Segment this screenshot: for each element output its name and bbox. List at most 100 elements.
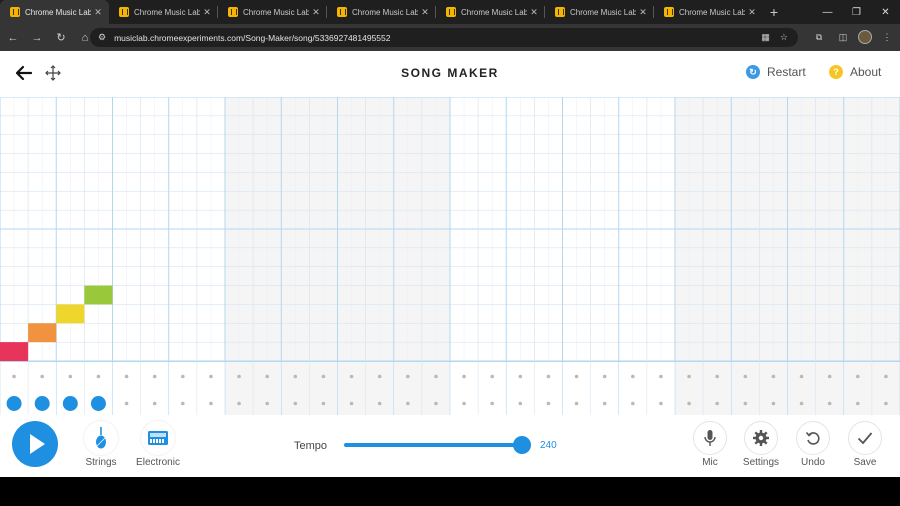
percussion-dot[interactable]	[462, 374, 466, 379]
percussion-dot[interactable]	[181, 401, 185, 406]
percussion-dot[interactable]	[377, 374, 382, 379]
percussion-dot[interactable]	[743, 374, 748, 379]
undo-button[interactable]: Undo	[787, 421, 839, 468]
percussion-dot[interactable]	[518, 401, 523, 406]
melody-note[interactable]	[28, 323, 57, 343]
percussion-dot[interactable]	[546, 374, 551, 379]
percussion-hit[interactable]	[62, 396, 78, 411]
percussion-dot[interactable]	[321, 374, 326, 379]
percussion-grid[interactable]	[0, 361, 900, 415]
close-icon[interactable]: ✕	[418, 7, 432, 18]
about-button[interactable]: ? About	[829, 65, 881, 79]
percussion-dot[interactable]	[40, 374, 44, 379]
reload-icon[interactable]: ↻	[50, 27, 72, 49]
close-icon[interactable]: ✕	[200, 7, 214, 18]
restore-icon[interactable]: ❐	[842, 0, 871, 24]
percussion-dot[interactable]	[406, 401, 410, 406]
percussion-dot[interactable]	[237, 401, 241, 406]
percussion-dot[interactable]	[659, 374, 663, 379]
browser-menu-icon[interactable]: ⋮	[878, 28, 896, 46]
play-button[interactable]	[12, 421, 58, 467]
browser-tab-1[interactable]: Chrome Music Lab - S✕	[0, 0, 109, 24]
percussion-dot[interactable]	[631, 401, 635, 406]
tempo-slider-thumb[interactable]	[513, 436, 531, 454]
percussion-dot[interactable]	[152, 374, 157, 379]
percussion-dot[interactable]	[181, 374, 185, 379]
percussion-dot[interactable]	[856, 401, 860, 406]
melody-note[interactable]	[0, 342, 29, 361]
percussion-dot[interactable]	[124, 401, 129, 406]
forward-nav-icon[interactable]: →	[26, 27, 48, 49]
percussion-dot[interactable]	[349, 374, 354, 379]
percussion-dot[interactable]	[687, 401, 691, 406]
percussion-dot[interactable]	[771, 374, 776, 379]
percussion-dot[interactable]	[602, 374, 607, 379]
percussion-dot[interactable]	[574, 401, 579, 406]
percussion-dot[interactable]	[715, 401, 719, 406]
reader-mode-icon[interactable]: ▦	[761, 32, 770, 43]
browser-tab-5[interactable]: Chrome Music Lab - S✕	[436, 0, 545, 24]
percussion-dot[interactable]	[96, 374, 101, 379]
percussion-dot[interactable]	[884, 401, 888, 406]
percussion-dot[interactable]	[715, 374, 719, 379]
percussion-dot[interactable]	[799, 374, 804, 379]
percussion-dot[interactable]	[631, 374, 635, 379]
melody-note[interactable]	[84, 285, 113, 305]
percussion-dot[interactable]	[490, 374, 494, 379]
percussion-dot[interactable]	[743, 401, 748, 406]
melody-grid[interactable]	[0, 97, 900, 361]
percussion-dot[interactable]	[771, 401, 776, 406]
side-panel-icon[interactable]: ◫	[834, 28, 852, 46]
percussion-dot[interactable]	[209, 401, 213, 406]
percussion-dot[interactable]	[152, 401, 157, 406]
percussion-dot[interactable]	[124, 374, 129, 379]
percussion-dot[interactable]	[827, 401, 832, 406]
percussion-dot[interactable]	[856, 374, 860, 379]
percussion-dot[interactable]	[265, 401, 269, 406]
restart-button[interactable]: ↻ Restart	[746, 65, 806, 79]
percussion-dot[interactable]	[659, 401, 663, 406]
percussion-hit[interactable]	[34, 396, 50, 411]
close-window-icon[interactable]: ✕	[871, 0, 900, 24]
browser-tab-6[interactable]: Chrome Music Lab - S✕	[545, 0, 654, 24]
site-settings-icon[interactable]: ⚙	[98, 32, 106, 43]
new-tab-button[interactable]: +	[763, 0, 785, 24]
percussion-dot[interactable]	[293, 401, 298, 406]
extensions-icon[interactable]: ⧉	[810, 28, 828, 46]
mic-button[interactable]: Mic	[684, 421, 736, 468]
close-icon[interactable]: ✕	[745, 7, 759, 18]
percussion-dot[interactable]	[602, 401, 607, 406]
close-icon[interactable]: ✕	[91, 7, 105, 18]
percussion-dot[interactable]	[884, 374, 888, 379]
profile-avatar[interactable]	[858, 30, 872, 44]
percussion-dot[interactable]	[434, 401, 438, 406]
percussion-dot[interactable]	[349, 401, 354, 406]
percussion-dot[interactable]	[209, 374, 213, 379]
save-button[interactable]: Save	[839, 421, 891, 468]
settings-button[interactable]: Settings	[735, 421, 787, 468]
percussion-dot[interactable]	[68, 374, 73, 379]
close-icon[interactable]: ✕	[309, 7, 323, 18]
bookmark-star-icon[interactable]: ☆	[780, 32, 788, 43]
percussion-dot[interactable]	[265, 374, 269, 379]
melody-note[interactable]	[56, 304, 85, 324]
percussion-dot[interactable]	[687, 374, 691, 379]
browser-tab-7[interactable]: Chrome Music Lab - S✕	[654, 0, 763, 24]
tempo-slider-track[interactable]	[344, 443, 524, 447]
percussion-dot[interactable]	[321, 401, 326, 406]
percussion-dot[interactable]	[12, 374, 16, 379]
address-bar[interactable]: ⚙ musiclab.chromeexperiments.com/Song-Ma…	[90, 28, 798, 47]
browser-tab-2[interactable]: Chrome Music Lab - S✕	[109, 0, 218, 24]
percussion-dot[interactable]	[827, 374, 832, 379]
percussion-dot[interactable]	[574, 374, 579, 379]
minimize-icon[interactable]: —	[813, 0, 842, 24]
percussion-dot[interactable]	[462, 401, 466, 406]
close-icon[interactable]: ✕	[527, 7, 541, 18]
percussion-dot[interactable]	[518, 374, 523, 379]
percussion-dot[interactable]	[799, 401, 804, 406]
percussion-hit[interactable]	[6, 396, 22, 411]
percussion-dot[interactable]	[546, 401, 551, 406]
percussion-dot[interactable]	[490, 401, 494, 406]
percussion-dot[interactable]	[237, 374, 241, 379]
browser-tab-4[interactable]: Chrome Music Lab - S✕	[327, 0, 436, 24]
